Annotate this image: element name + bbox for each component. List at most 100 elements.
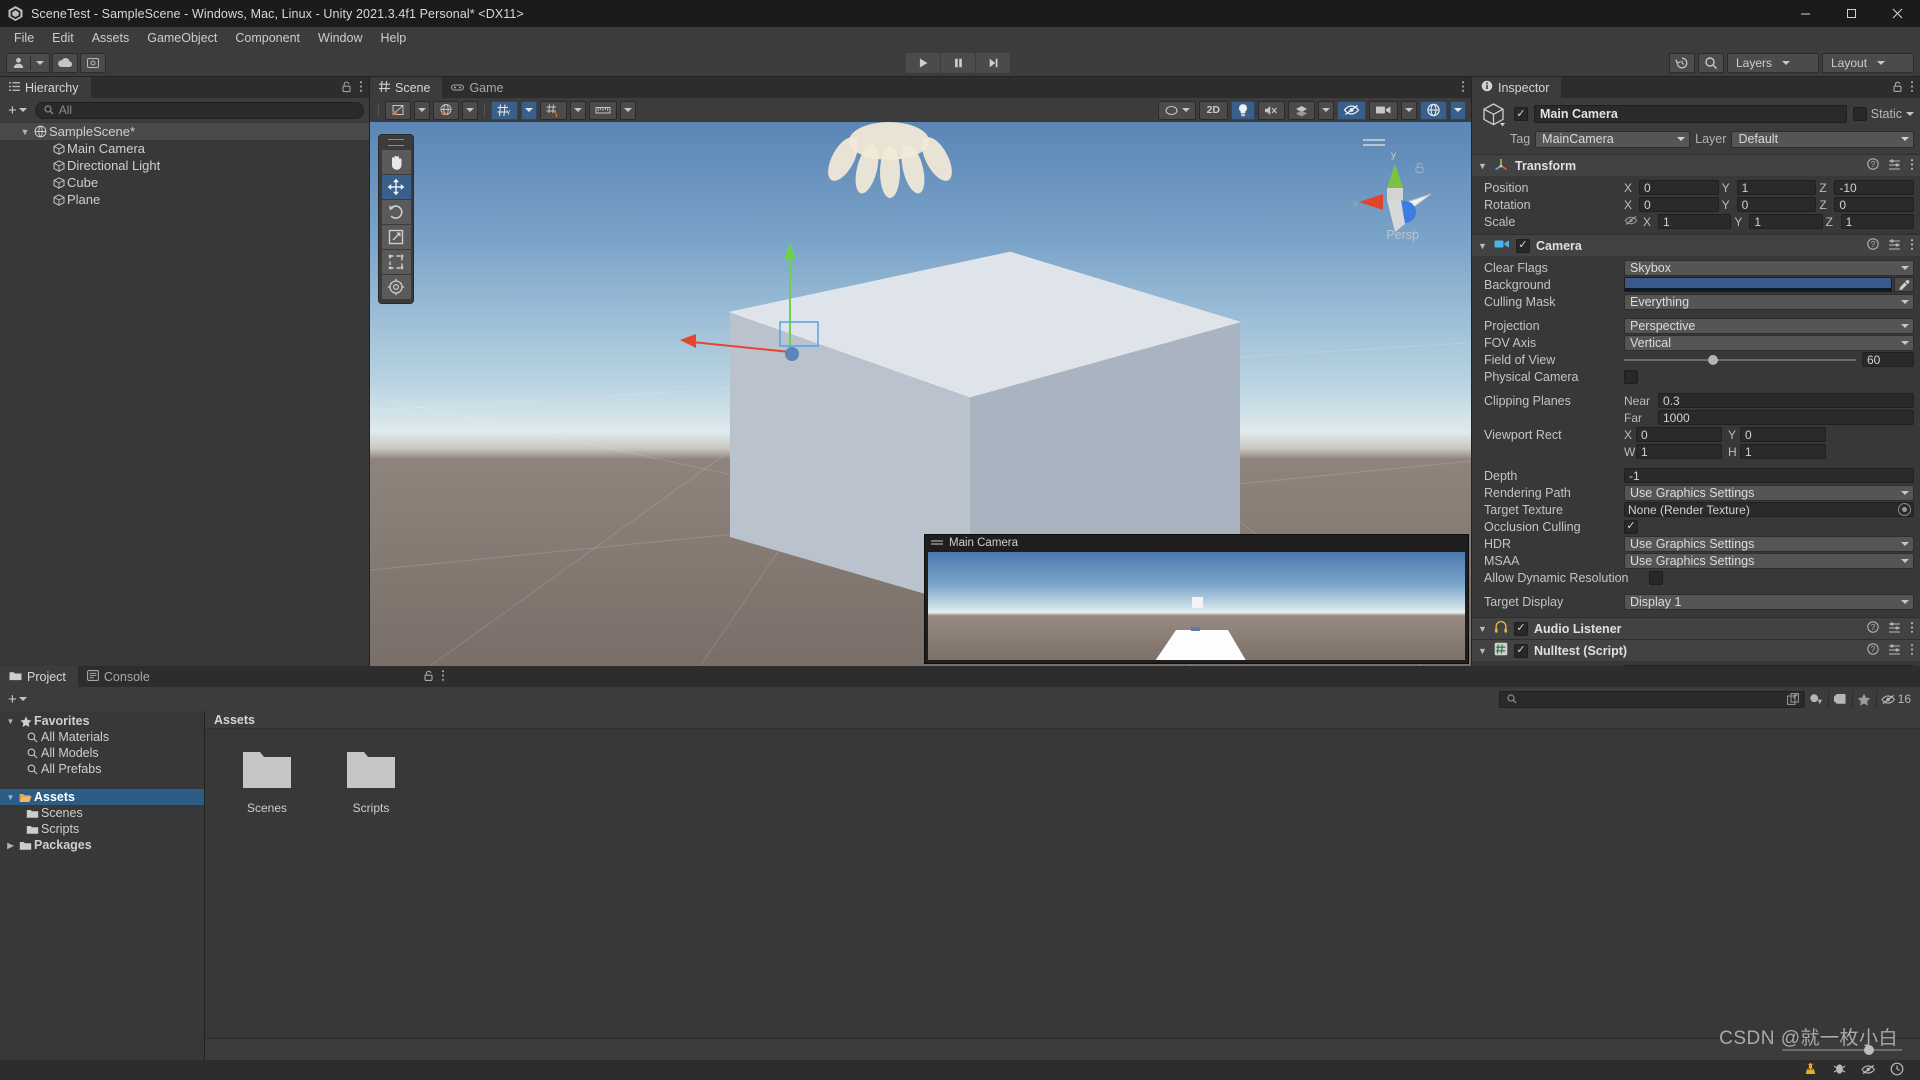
viewport-y-input[interactable]: 0: [1740, 427, 1826, 442]
asset-item-scripts[interactable]: Scripts: [337, 747, 405, 815]
shading-mode-dropdown[interactable]: [414, 100, 430, 120]
project-tree-scenes[interactable]: Scenes: [0, 805, 204, 821]
maximize-button[interactable]: [1828, 0, 1874, 27]
project-lock-icon[interactable]: [423, 670, 434, 685]
scene-fx-button[interactable]: [1288, 100, 1315, 120]
hierarchy-item-main-camera[interactable]: Main Camera: [0, 140, 369, 157]
gameobject-enabled-checkbox[interactable]: [1514, 107, 1528, 121]
chevron-down-icon[interactable]: ▼: [1478, 624, 1488, 634]
cloud-button[interactable]: [52, 52, 78, 73]
draw-mode-dropdown[interactable]: [462, 100, 478, 120]
account-button[interactable]: [6, 52, 50, 73]
scene-camera-button[interactable]: [1369, 100, 1398, 120]
chevron-down-icon[interactable]: ▼: [18, 127, 32, 137]
nulltest-component-header[interactable]: ▼ Nulltest (Script) ?: [1472, 640, 1920, 661]
scale-y-input[interactable]: 1: [1749, 214, 1823, 229]
ruler-dropdown[interactable]: [620, 100, 636, 120]
tab-console[interactable]: Console: [77, 666, 162, 687]
menu-edit[interactable]: Edit: [43, 27, 83, 49]
preset-icon[interactable]: [1888, 643, 1901, 658]
physical-camera-checkbox[interactable]: [1624, 369, 1638, 384]
project-visibility-count[interactable]: 16: [1875, 689, 1915, 709]
menu-file[interactable]: File: [5, 27, 43, 49]
clipping-near-input[interactable]: 0.3: [1658, 393, 1914, 408]
gizmos-button[interactable]: [1420, 100, 1447, 120]
grip-icon[interactable]: [388, 139, 404, 146]
scene-orientation-gizmo[interactable]: y x z Persp: [1339, 136, 1449, 251]
project-tree-all-models[interactable]: All Models: [0, 745, 204, 761]
scene-canvas[interactable]: y x z Persp Main Camera: [370, 122, 1471, 666]
scene-menu-icon[interactable]: [1461, 80, 1465, 96]
target-texture-objectfield[interactable]: None (Render Texture): [1624, 502, 1914, 517]
position-x-input[interactable]: 0: [1639, 180, 1719, 195]
menu-component[interactable]: Component: [226, 27, 309, 49]
kebab-icon[interactable]: [1910, 643, 1914, 659]
chevron-down-icon[interactable]: ▼: [1478, 646, 1488, 656]
chevron-down-icon[interactable]: ▼: [1478, 161, 1488, 171]
project-tree-favorites[interactable]: ▼ Favorites: [0, 713, 204, 729]
audio-listener-enabled-checkbox[interactable]: [1514, 621, 1528, 636]
constrain-proportions-off-icon[interactable]: [1624, 215, 1638, 229]
draw-mode-button[interactable]: [433, 100, 459, 120]
object-picker-icon[interactable]: [1898, 503, 1911, 516]
preset-icon[interactable]: [1888, 238, 1901, 253]
chevron-down-icon[interactable]: ▼: [1478, 241, 1488, 251]
project-tree-assets[interactable]: ▼ Assets: [0, 789, 204, 805]
grid-axis-button[interactable]: Y: [491, 100, 518, 120]
field-of-view-input[interactable]: 60: [1862, 352, 1914, 367]
scene-visibility-button[interactable]: [1337, 100, 1366, 120]
expand-search-icon[interactable]: [1786, 693, 1800, 706]
minimize-button[interactable]: [1782, 0, 1828, 27]
kebab-icon[interactable]: [1910, 238, 1914, 254]
hdr-dropdown[interactable]: Use Graphics Settings: [1624, 535, 1914, 552]
close-button[interactable]: [1874, 0, 1920, 27]
hierarchy-menu-icon[interactable]: [359, 80, 363, 96]
chevron-down-icon[interactable]: ▼: [4, 793, 17, 802]
bug-icon[interactable]: [1832, 1062, 1847, 1078]
step-button[interactable]: [975, 52, 1010, 73]
rotation-y-input[interactable]: 0: [1736, 197, 1817, 212]
scene-camera-dropdown[interactable]: [1401, 100, 1417, 120]
allow-dynamic-resolution-checkbox[interactable]: [1649, 570, 1663, 585]
hierarchy-lock-icon[interactable]: [341, 81, 352, 96]
hierarchy-search-input[interactable]: All: [34, 101, 364, 119]
label-tag-icon[interactable]: [1827, 689, 1852, 709]
project-search-input[interactable]: [1498, 690, 1804, 708]
projection-dropdown[interactable]: Perspective: [1624, 317, 1914, 334]
pause-button[interactable]: [940, 52, 975, 73]
scale-z-input[interactable]: 1: [1840, 214, 1914, 229]
hierarchy-item-cube[interactable]: Cube: [0, 174, 369, 191]
chevron-down-icon[interactable]: ▼: [4, 717, 17, 726]
preset-icon[interactable]: [1888, 621, 1901, 636]
help-icon[interactable]: ?: [1867, 643, 1879, 658]
gizmo-lock-open-icon[interactable]: [1414, 162, 1425, 177]
project-add-button[interactable]: +: [5, 691, 30, 708]
viewport-w-input[interactable]: 1: [1636, 444, 1722, 459]
hierarchy-item-directional-light[interactable]: Directional Light: [0, 157, 369, 174]
occlusion-culling-checkbox[interactable]: [1624, 519, 1638, 534]
layout-dropdown[interactable]: Layout: [1822, 52, 1914, 73]
preset-icon[interactable]: [1888, 158, 1901, 173]
tab-hierarchy[interactable]: Hierarchy: [0, 77, 91, 98]
audio-listener-component-header[interactable]: ▼ Audio Listener ?: [1472, 618, 1920, 639]
nulltest-enabled-checkbox[interactable]: [1514, 643, 1528, 658]
scene-lighting-button[interactable]: [1231, 100, 1255, 120]
hand-tool-button[interactable]: [381, 150, 411, 174]
scale-tool-button[interactable]: [381, 225, 411, 249]
transform-component-header[interactable]: ▼ Transform ?: [1472, 155, 1920, 176]
move-tool-gizmo[interactable]: [670, 177, 890, 397]
help-icon[interactable]: ?: [1867, 621, 1879, 636]
layers-dropdown[interactable]: Layers: [1727, 52, 1819, 73]
hierarchy-item-plane[interactable]: Plane: [0, 191, 369, 208]
background-color-field[interactable]: [1624, 277, 1892, 292]
field-of-view-slider[interactable]: [1624, 354, 1856, 365]
inspector-menu-icon[interactable]: [1910, 80, 1914, 96]
clear-flags-dropdown[interactable]: Skybox: [1624, 259, 1914, 276]
scene-fx-dropdown[interactable]: [1318, 100, 1334, 120]
project-tree-all-materials[interactable]: All Materials: [0, 729, 204, 745]
menu-help[interactable]: Help: [371, 27, 415, 49]
tab-game[interactable]: Game: [442, 77, 516, 98]
move-tool-button[interactable]: [381, 175, 411, 199]
tab-scene[interactable]: Scene: [370, 77, 443, 98]
shading-mode-button[interactable]: [385, 100, 411, 120]
